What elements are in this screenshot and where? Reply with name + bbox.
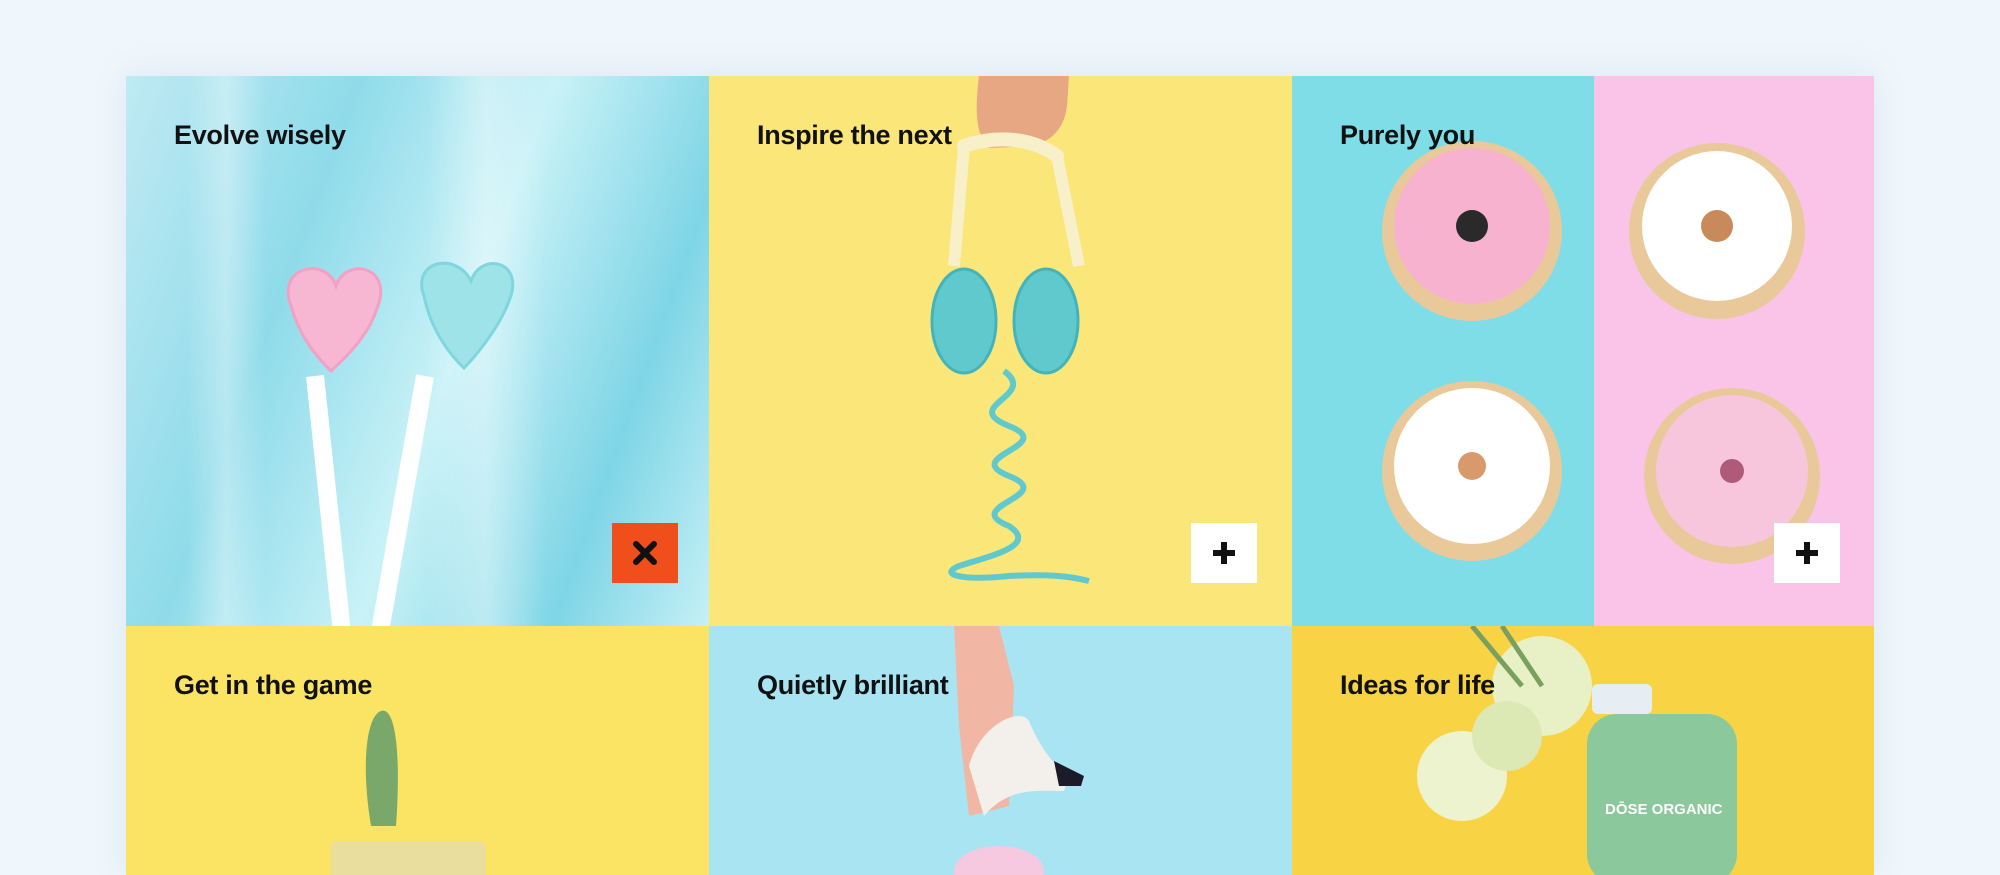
high-heel-image [954, 626, 1084, 875]
plus-icon [1213, 542, 1235, 564]
plus-icon [1796, 542, 1818, 564]
tile-get-in-the-game[interactable]: Get in the game [126, 626, 709, 875]
feature-tile-grid: Evolve wisely Inspire the next Purely yo… [126, 76, 1874, 875]
tile-ideas-for-life[interactable]: Ideas for life DŌSE ORGANIC [1292, 626, 1874, 875]
close-icon [633, 541, 657, 565]
flowers-bottle-image [1417, 626, 1737, 875]
expand-button[interactable] [1774, 523, 1840, 583]
tile-purely-you[interactable]: Purely you [1292, 76, 1874, 626]
tile-title: Evolve wisely [174, 120, 346, 150]
bottle-label-text: DŌSE ORGANIC [1605, 801, 1723, 818]
tile-title: Quietly brilliant [757, 670, 949, 700]
tile-evolve-wisely[interactable]: Evolve wisely [126, 76, 709, 626]
tile-title: Purely you [1340, 120, 1476, 150]
tile-inspire-the-next[interactable]: Inspire the next [709, 76, 1292, 626]
tile-quietly-brilliant[interactable]: Quietly brilliant [709, 626, 1292, 875]
tile-title: Get in the game [174, 670, 373, 700]
close-button[interactable] [612, 523, 678, 583]
tile-title: Inspire the next [757, 120, 952, 150]
cactus-image [331, 710, 486, 875]
expand-button[interactable] [1191, 523, 1257, 583]
tile-title: Ideas for life [1340, 670, 1495, 700]
